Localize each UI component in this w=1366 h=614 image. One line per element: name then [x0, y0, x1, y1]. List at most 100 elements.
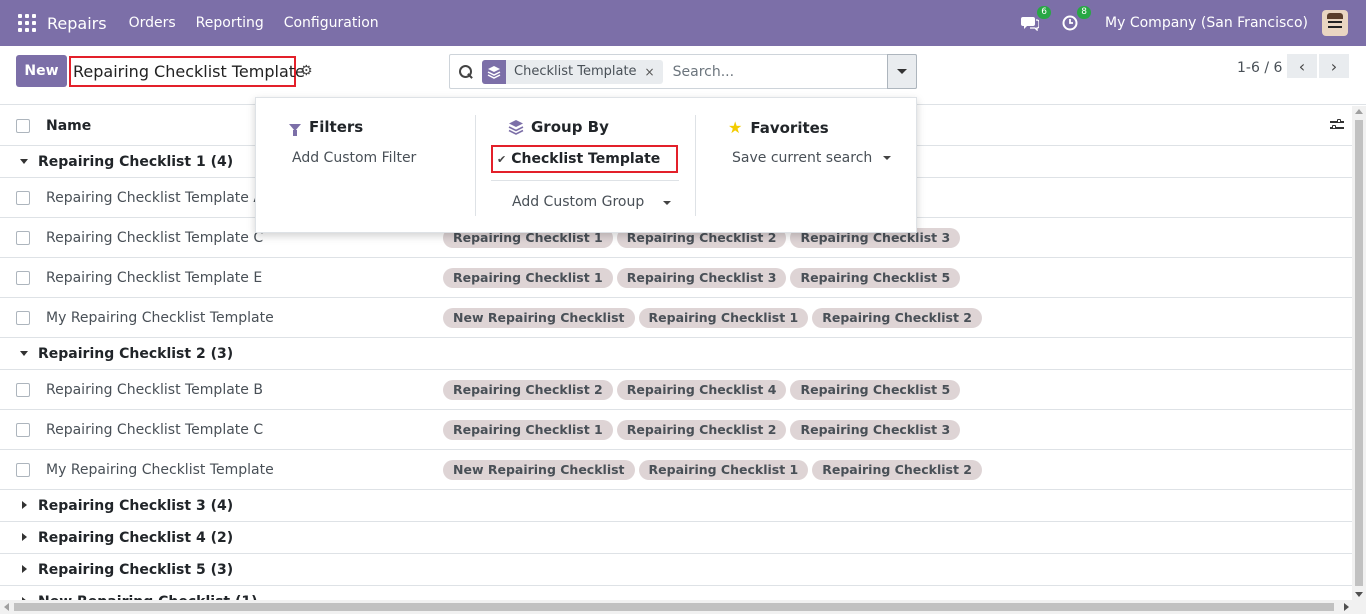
- facet-close-icon[interactable]: ×: [645, 65, 663, 79]
- save-current-search[interactable]: Save current search: [732, 150, 872, 166]
- row-checkbox[interactable]: [16, 270, 30, 285]
- search-options-toggle[interactable]: [887, 54, 917, 89]
- activity-clock-icon[interactable]: 8: [1059, 6, 1092, 34]
- row-checkbox[interactable]: [16, 310, 30, 325]
- checklist-tag: Repairing Checklist 3: [790, 419, 961, 440]
- group-label: Repairing Checklist 2 (3): [38, 345, 234, 362]
- caret-right-icon: [22, 501, 27, 509]
- messages-icon[interactable]: 6: [1019, 6, 1052, 34]
- group-label: Repairing Checklist 3 (4): [38, 497, 234, 514]
- row-checkbox[interactable]: [16, 422, 30, 437]
- save-search-caret-icon[interactable]: [883, 156, 891, 160]
- row-tags: New Repairing Checklist Repairing Checkli…: [443, 459, 982, 480]
- checklist-tag: Repairing Checklist 2: [812, 307, 982, 328]
- top-navbar: Repairs Orders Reporting Configuration 6…: [0, 0, 1366, 46]
- horizontal-scroll-thumb[interactable]: [14, 603, 1334, 611]
- row-checkbox[interactable]: [16, 230, 30, 245]
- checklist-tag: Repairing Checklist 1: [443, 419, 613, 440]
- company-switcher[interactable]: My Company (San Francisco): [1105, 15, 1308, 31]
- row-name: My Repairing Checklist Template: [46, 309, 274, 326]
- layers-icon: [508, 120, 524, 135]
- checklist-tag: Repairing Checklist 3: [616, 267, 787, 288]
- vertical-scrollbar[interactable]: [1352, 106, 1366, 600]
- row-checkbox[interactable]: [16, 190, 30, 205]
- menu-orders[interactable]: Orders: [129, 15, 176, 31]
- row-checkbox[interactable]: [16, 382, 30, 397]
- new-button[interactable]: New: [16, 55, 67, 87]
- add-custom-group-caret-icon[interactable]: [663, 201, 671, 205]
- checklist-tag: Repairing Checklist 1: [638, 459, 809, 480]
- table-row[interactable]: My Repairing Checklist Template New Repai…: [0, 298, 1352, 338]
- checklist-tag: Repairing Checklist 2: [812, 459, 982, 480]
- add-custom-filter[interactable]: Add Custom Filter: [292, 150, 416, 166]
- group-row[interactable]: Repairing Checklist 3 (4): [0, 490, 1352, 522]
- app-brand[interactable]: Repairs: [47, 14, 107, 33]
- groupby-title: Group By: [508, 118, 609, 136]
- row-name: Repairing Checklist Template E: [46, 269, 263, 286]
- checklist-tag: New Repairing Checklist: [443, 307, 635, 328]
- scroll-up-arrow-icon[interactable]: [1355, 109, 1363, 114]
- group-row[interactable]: Repairing Checklist 2 (3): [0, 338, 1352, 370]
- search-icon: [459, 64, 473, 79]
- checklist-tag: Repairing Checklist 5: [790, 267, 961, 288]
- row-name: Repairing Checklist Template C: [46, 421, 264, 438]
- table-row[interactable]: Repairing Checklist Template C Repairing …: [0, 410, 1352, 450]
- caret-right-icon: [22, 533, 27, 541]
- scroll-down-arrow-icon[interactable]: [1355, 592, 1363, 597]
- caret-right-icon: [22, 565, 27, 573]
- row-name: Repairing Checklist Template C: [46, 229, 264, 246]
- table-row[interactable]: Repairing Checklist Template B Repairing …: [0, 370, 1352, 410]
- checklist-tag: Repairing Checklist 1: [443, 267, 613, 288]
- funnel-icon: [289, 123, 301, 136]
- caret-down-icon: [20, 351, 28, 356]
- facet-label: Checklist Template: [514, 64, 637, 79]
- user-avatar[interactable]: [1322, 10, 1348, 36]
- activity-badge: 8: [1077, 6, 1092, 19]
- search-input[interactable]: [672, 63, 883, 80]
- horizontal-scrollbar[interactable]: [0, 600, 1366, 614]
- pager-previous-button[interactable]: ‹: [1287, 54, 1317, 78]
- row-checkbox[interactable]: [16, 462, 30, 477]
- row-name: My Repairing Checklist Template: [46, 461, 274, 478]
- group-row[interactable]: Repairing Checklist 4 (2): [0, 522, 1352, 554]
- column-header-name[interactable]: Name: [46, 118, 91, 134]
- groupby-separator: [491, 180, 679, 181]
- optional-columns-icon[interactable]: [1330, 118, 1344, 132]
- gear-icon[interactable]: ⚙: [300, 63, 313, 79]
- row-tags: New Repairing Checklist Repairing Checkli…: [443, 307, 982, 328]
- scroll-left-arrow-icon[interactable]: [4, 603, 9, 611]
- groupby-option-label: Checklist Template: [511, 151, 661, 167]
- add-custom-group[interactable]: Add Custom Group: [512, 194, 644, 210]
- apps-grid-icon[interactable]: [18, 14, 36, 32]
- column-divider: [695, 115, 696, 216]
- checklist-tag: Repairing Checklist 4: [616, 379, 787, 400]
- groupby-option-checklist-template[interactable]: ✔ Checklist Template: [491, 145, 678, 173]
- row-tags: Repairing Checklist 1 Repairing Checklist…: [443, 419, 961, 440]
- filters-title: Filters: [289, 118, 363, 136]
- menu-configuration[interactable]: Configuration: [284, 15, 379, 31]
- breadcrumb-title: Repairing Checklist Template: [69, 56, 305, 87]
- table-row[interactable]: My Repairing Checklist Template New Repai…: [0, 450, 1352, 490]
- filters-title-label: Filters: [309, 118, 364, 136]
- star-icon: ★: [728, 118, 743, 137]
- checklist-tag: Repairing Checklist 1: [638, 307, 809, 328]
- checklist-tag: Repairing Checklist 2: [616, 419, 787, 440]
- menu-reporting[interactable]: Reporting: [196, 15, 264, 31]
- group-row[interactable]: Repairing Checklist 5 (3): [0, 554, 1352, 586]
- navbar-systray: 6 8 My Company (San Francisco): [1019, 6, 1366, 36]
- column-divider: [475, 115, 476, 216]
- row-name: Repairing Checklist Template B: [46, 381, 263, 398]
- select-all-checkbox[interactable]: [16, 118, 30, 133]
- caret-down-icon: [20, 159, 28, 164]
- favorites-title: ★ Favorites: [728, 118, 829, 137]
- row-name: Repairing Checklist Template A: [46, 189, 263, 206]
- caret-down-icon: [897, 69, 907, 74]
- scroll-right-arrow-icon[interactable]: [1344, 603, 1349, 611]
- filters-column: Filters Add Custom Filter: [256, 98, 476, 234]
- vertical-scroll-thumb[interactable]: [1355, 120, 1363, 586]
- group-label: Repairing Checklist 4 (2): [38, 529, 234, 546]
- pager-next-button[interactable]: ›: [1319, 54, 1349, 78]
- pager-value[interactable]: 1-6 / 6: [1237, 60, 1282, 76]
- search-panel-dropdown: Filters Add Custom Filter Group By ✔ Che…: [255, 97, 917, 233]
- table-row[interactable]: Repairing Checklist Template E Repairing …: [0, 258, 1352, 298]
